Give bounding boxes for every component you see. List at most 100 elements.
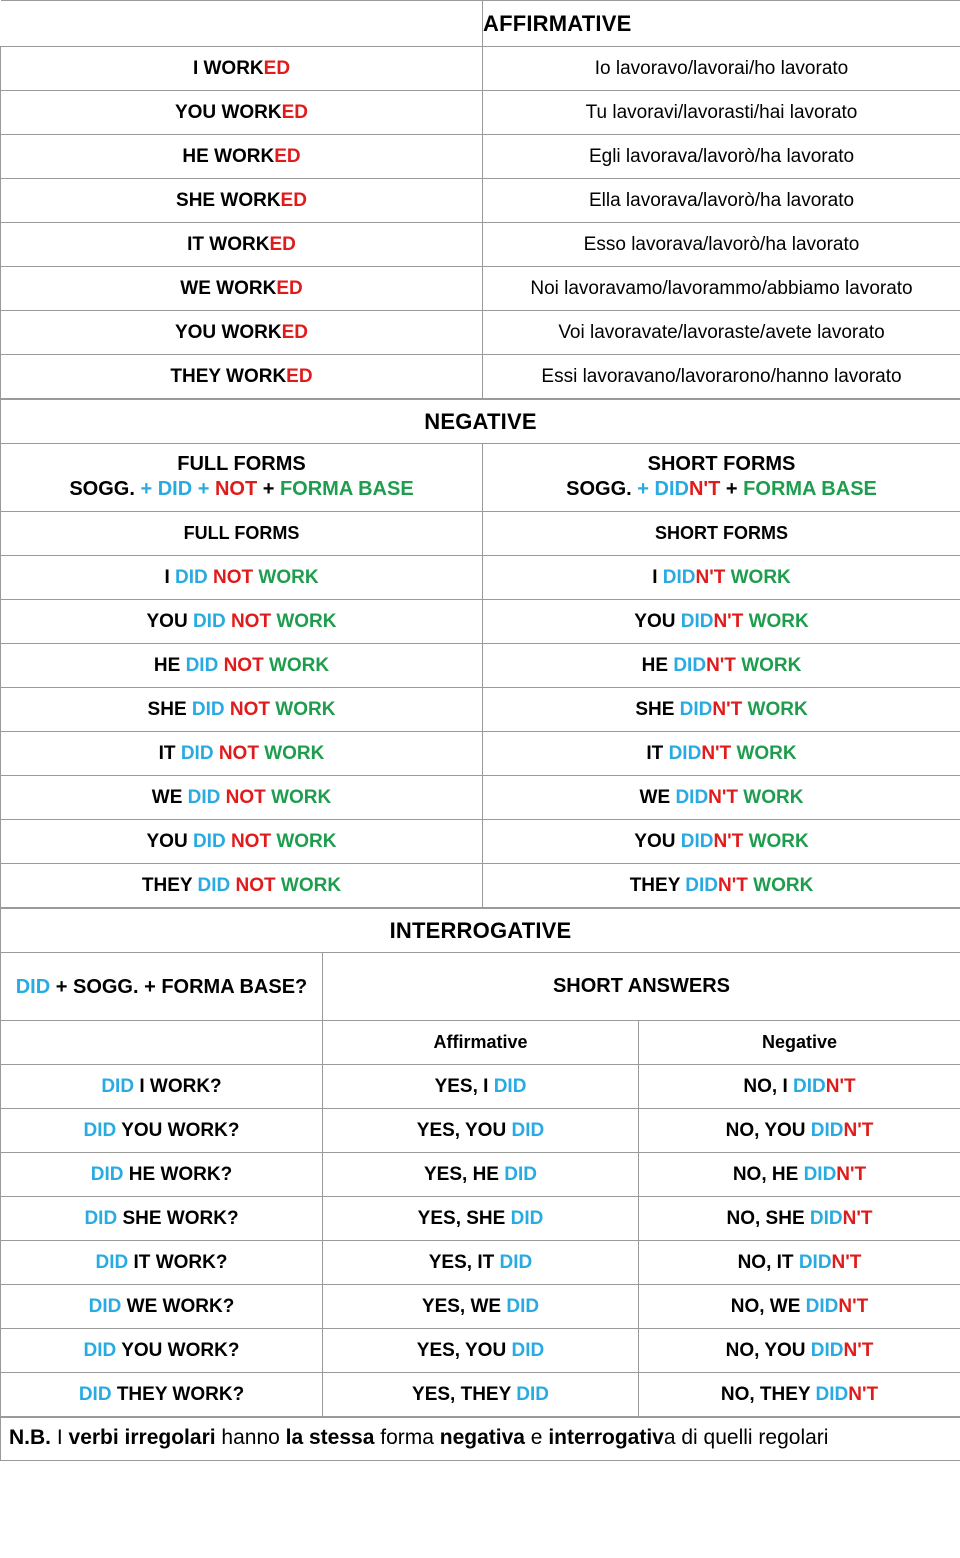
negative-full-6: YOU DID NOT WORK [0,819,483,864]
interrogative-columns-row: Affirmative Negative [0,1020,960,1065]
subject-text: I [192,57,204,79]
subject-text: I [164,566,175,588]
note-table: N.B. I verbi irregolari hanno la stessa … [0,1416,960,1462]
interrogative-formula-row: DID + SOGG. + FORMA BASE? SHORT ANSWERS [0,952,960,1021]
not-text: NOT [235,874,281,896]
negative-short-1: YOU DIDN'T WORK [482,599,960,644]
question-6: DID YOU WORK? [0,1328,323,1373]
interrogative-title-row: INTERROGATIVE [0,908,960,953]
did-text: DID [680,830,714,852]
subject-text: YOU [634,830,681,852]
answer-affirmative-7: YES, THEY DID [322,1372,639,1417]
note-part-7: negativa [439,1426,525,1449]
affirmative-english-1: YOU WORKED [0,90,483,135]
subject-text: THEY [629,874,686,896]
did-text: DID [803,1163,837,1185]
interrogative-formula-cell: DID + SOGG. + FORMA BASE? [0,952,323,1021]
table-row: DID I WORK? YES, I DID NO, I DIDN'T [0,1064,960,1109]
question-rest: YOU WORK? [121,1339,240,1361]
yes-text: YES, HE [424,1163,505,1185]
formula-sogg: SOGG. [566,478,632,500]
did-text: DID [78,1383,117,1405]
did-text: DID [506,1295,540,1317]
table-row: I DID NOT WORK I DIDN'T WORK [0,555,960,600]
table-row: IT WORKED Esso lavorava/lavorò/ha lavora… [0,222,960,267]
formula-did: DID [15,975,51,998]
formula-base: FORMA BASE [743,478,877,500]
answer-negative-1: NO, YOU DIDN'T [638,1108,960,1153]
affirmative-italian-3: Ella lavorava/lavorò/ha lavorato [482,178,960,223]
negative-short-0: I DIDN'T WORK [482,555,960,600]
nt-text: N'T [838,1295,869,1317]
verb-text: WORK [220,189,281,211]
note-part-3: verbi irregolari [68,1426,216,1449]
nt-text: N'T [718,874,754,896]
formula-plus: + [631,478,655,500]
affirmative-english-0: I WORKED [0,46,483,91]
full-forms-heading: FULL FORMS [177,453,306,475]
nt-text: N'T [713,610,749,632]
did-text: DID [95,1251,134,1273]
subject-text: IT [158,742,181,764]
suffix-text: ED [269,233,296,255]
did-text: DID [83,1339,122,1361]
table-row: WE WORKED Noi lavoravamo/lavorammo/abbia… [0,266,960,311]
table-row: HE DID NOT WORK HE DIDN'T WORK [0,643,960,688]
verb-text: WORK [216,277,277,299]
full-forms-subheading: FULL FORMS [0,511,483,556]
question-3: DID SHE WORK? [0,1196,323,1241]
suffix-text: ED [286,365,313,387]
subject-text: YOU [634,610,681,632]
verb-text: WORK [214,145,275,167]
verb-text: WORK [209,233,270,255]
affirmative-english-7: THEY WORKED [0,354,483,399]
answer-affirmative-2: YES, HE DID [322,1152,639,1197]
verb-text: WORK [226,365,287,387]
interrogative-empty-cell [0,1020,323,1065]
formula-plus-did: + DID [134,478,193,500]
affirmative-italian-1: Tu lavoravi/lavorasti/hai lavorato [482,90,960,135]
suffix-text: ED [276,277,303,299]
negative-short-5: WE DIDN'T WORK [482,775,960,820]
nt-text: N'T [712,698,748,720]
question-rest: IT WORK? [133,1251,228,1273]
did-text: DID [815,1383,849,1405]
formula-rest: + SOGG. + FORMA BASE? [50,975,308,998]
subject-text: SHE [176,189,221,211]
note-part-5: la stessa [285,1426,375,1449]
did-text: DID [187,786,226,808]
no-text: NO, HE [732,1163,804,1185]
short-answers-heading: SHORT ANSWERS [322,952,960,1021]
negative-short-6: YOU DIDN'T WORK [482,819,960,864]
table-row: THEY DID NOT WORK THEY DIDN'T WORK [0,863,960,908]
verb-text: WORK [221,321,282,343]
negative-short-formula-cell: SHORT FORMS SOGG. + DIDN'T + FORMA BASE [482,443,960,512]
subject-text: WE [151,786,188,808]
did-text: DID [101,1075,140,1097]
no-text: NO, I [743,1075,794,1097]
verb-text: WORK [747,698,808,720]
answer-affirmative-4: YES, IT DID [322,1240,639,1285]
subject-text: HE [182,145,215,167]
suffix-text: ED [281,321,308,343]
negative-column-header: Negative [638,1020,960,1065]
did-text: DID [83,1119,122,1141]
did-text: DID [680,610,714,632]
affirmative-italian-0: Io lavoravo/lavorai/ho lavorato [482,46,960,91]
no-text: NO, WE [730,1295,806,1317]
yes-text: YES, I [434,1075,494,1097]
short-forms-formula: SOGG. + DIDN'T + FORMA BASE [487,476,956,502]
question-2: DID HE WORK? [0,1152,323,1197]
verb-conjugation-sheet: AFFIRMATIVE I WORKED Io lavoravo/lavorai… [0,0,960,1558]
negative-subheader-row: FULL FORMS SHORT FORMS [0,511,960,556]
affirmative-english-3: SHE WORKED [0,178,483,223]
table-row: I WORKED Io lavoravo/lavorai/ho lavorato [0,46,960,91]
negative-full-7: THEY DID NOT WORK [0,863,483,908]
did-text: DID [499,1251,533,1273]
did-text: DID [516,1383,549,1405]
verb-text: WORK [743,786,804,808]
nt-text: N'T [706,654,742,676]
subject-text: HE [641,654,674,676]
did-text: DID [810,1339,844,1361]
note-nb-label: N.B. [9,1426,51,1449]
